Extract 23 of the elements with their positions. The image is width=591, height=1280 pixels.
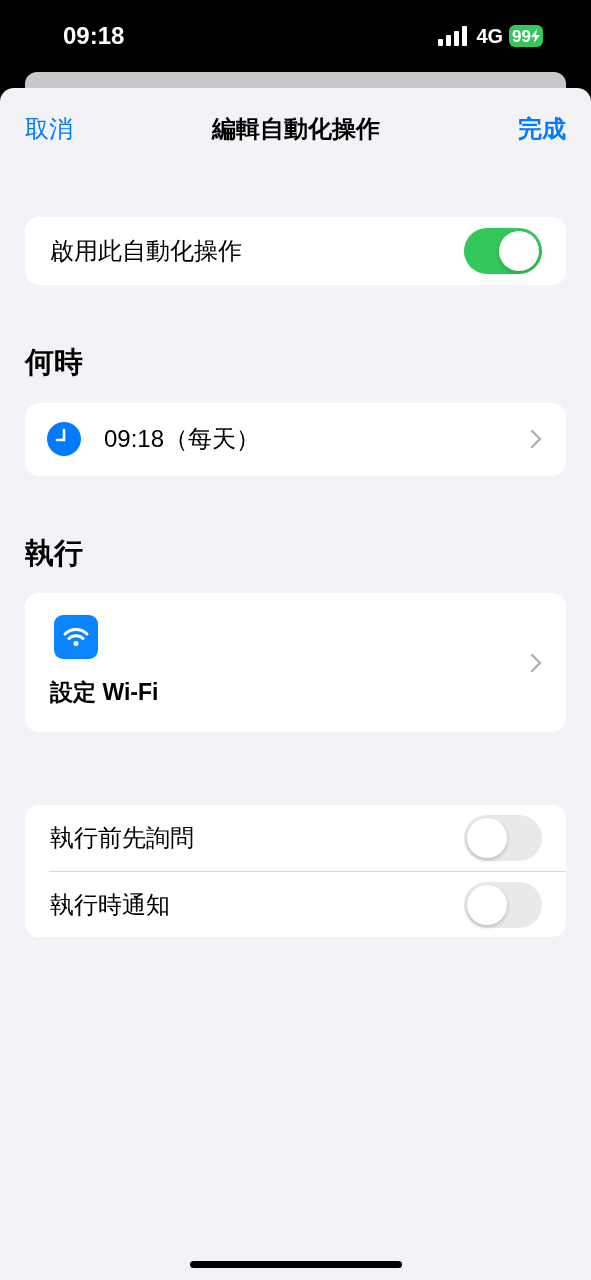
toggle-switch[interactable] (464, 228, 542, 274)
toggle-switch[interactable] (464, 881, 542, 928)
trigger-label: 09:18（每天） (104, 424, 262, 454)
sheet-title: 編輯自動化操作 (210, 114, 381, 144)
clock-icon (47, 422, 81, 456)
action-label: 設定 Wi-Fi (50, 678, 160, 708)
trigger-row[interactable]: 09:18（每天） (25, 402, 566, 476)
signal-icon (438, 26, 469, 46)
chevron-icon (530, 652, 542, 673)
chevron-icon (530, 429, 542, 449)
section-header: 執行 (24, 535, 84, 571)
status-time: 09:18 (63, 21, 126, 51)
cancel-button[interactable]: 取消 (25, 111, 125, 147)
done-button[interactable]: 完成 (466, 111, 566, 147)
wifi-icon (54, 615, 98, 660)
action-row[interactable]: 設定 Wi-Fi (25, 593, 566, 732)
section-header: 何時 (23, 345, 84, 380)
battery-indicator: 99 (509, 25, 543, 47)
enable-label: 啟用此自動化操作 (50, 236, 243, 266)
network-label: 4G (476, 24, 504, 49)
option-label: 執行前先詢問 (50, 823, 195, 853)
toggle-switch[interactable] (464, 815, 542, 861)
option-label: 執行時通知 (50, 889, 171, 920)
